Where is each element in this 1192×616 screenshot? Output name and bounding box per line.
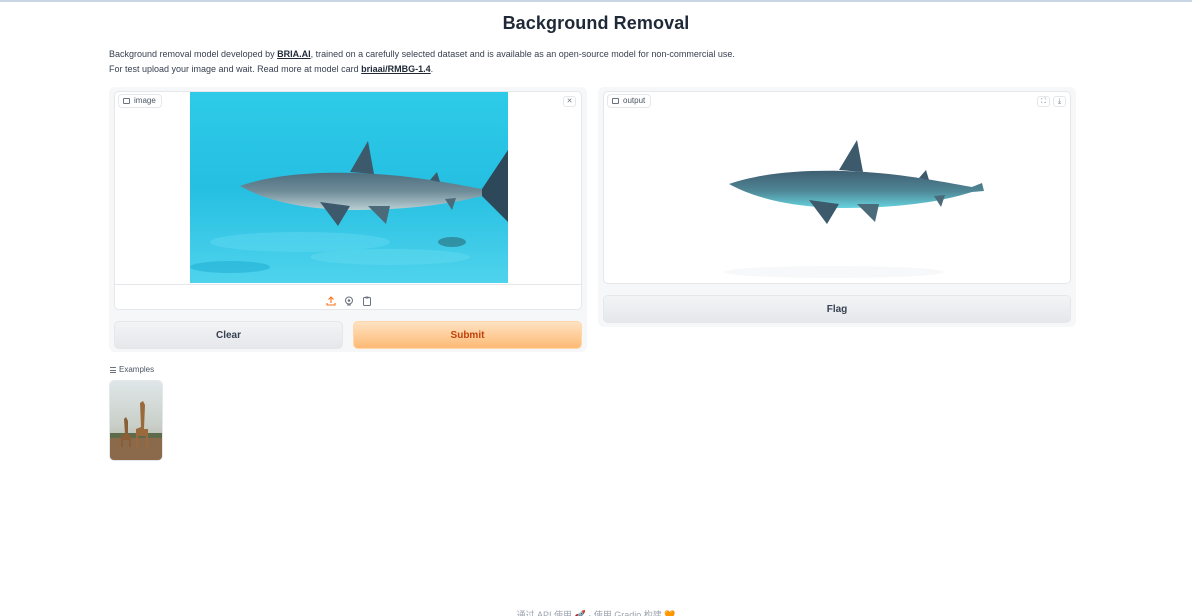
input-shark-photo [190,92,508,283]
examples-label: Examples [110,365,154,374]
description-line-1: Background removal model developed by BR… [109,49,735,59]
webcam-icon[interactable] [344,293,354,306]
top-accent-line [0,0,1192,2]
model-card-link[interactable]: briaai/RMBG-1.4 [361,64,431,74]
image-label: image [118,94,162,108]
clear-button[interactable]: Clear [114,321,343,349]
fullscreen-icon[interactable]: ⛶ [1037,96,1050,107]
output-panel: output ⛶ ⤓ Flag [598,87,1076,327]
input-panel: image ✕ Clear Submit [109,87,587,352]
clipboard-icon[interactable] [362,293,372,306]
description-line-2: For test upload your image and wait. Rea… [109,64,434,74]
flag-button[interactable]: Flag [603,295,1071,323]
download-icon[interactable]: ⤓ [1053,96,1066,107]
submit-button[interactable]: Submit [353,321,582,349]
footer: 通过 API 使用 🚀 · 使用 Gradio 构建 🧡 [516,610,676,616]
list-icon [110,366,116,373]
example-giraffe-thumbnail[interactable] [109,380,163,461]
output-shark-image [724,140,984,278]
bria-link[interactable]: BRIA.AI [277,49,311,59]
input-toolbar [115,284,581,309]
page-title: Background Removal [502,13,690,33]
image-input[interactable]: image ✕ [114,91,582,310]
close-icon[interactable]: ✕ [563,96,576,107]
image-output: output ⛶ ⤓ [603,91,1071,284]
output-label: output [607,94,652,108]
description: Background removal model developed by BR… [109,47,1089,77]
upload-icon[interactable] [326,293,336,306]
image-icon [123,98,130,104]
image-icon [612,98,619,104]
